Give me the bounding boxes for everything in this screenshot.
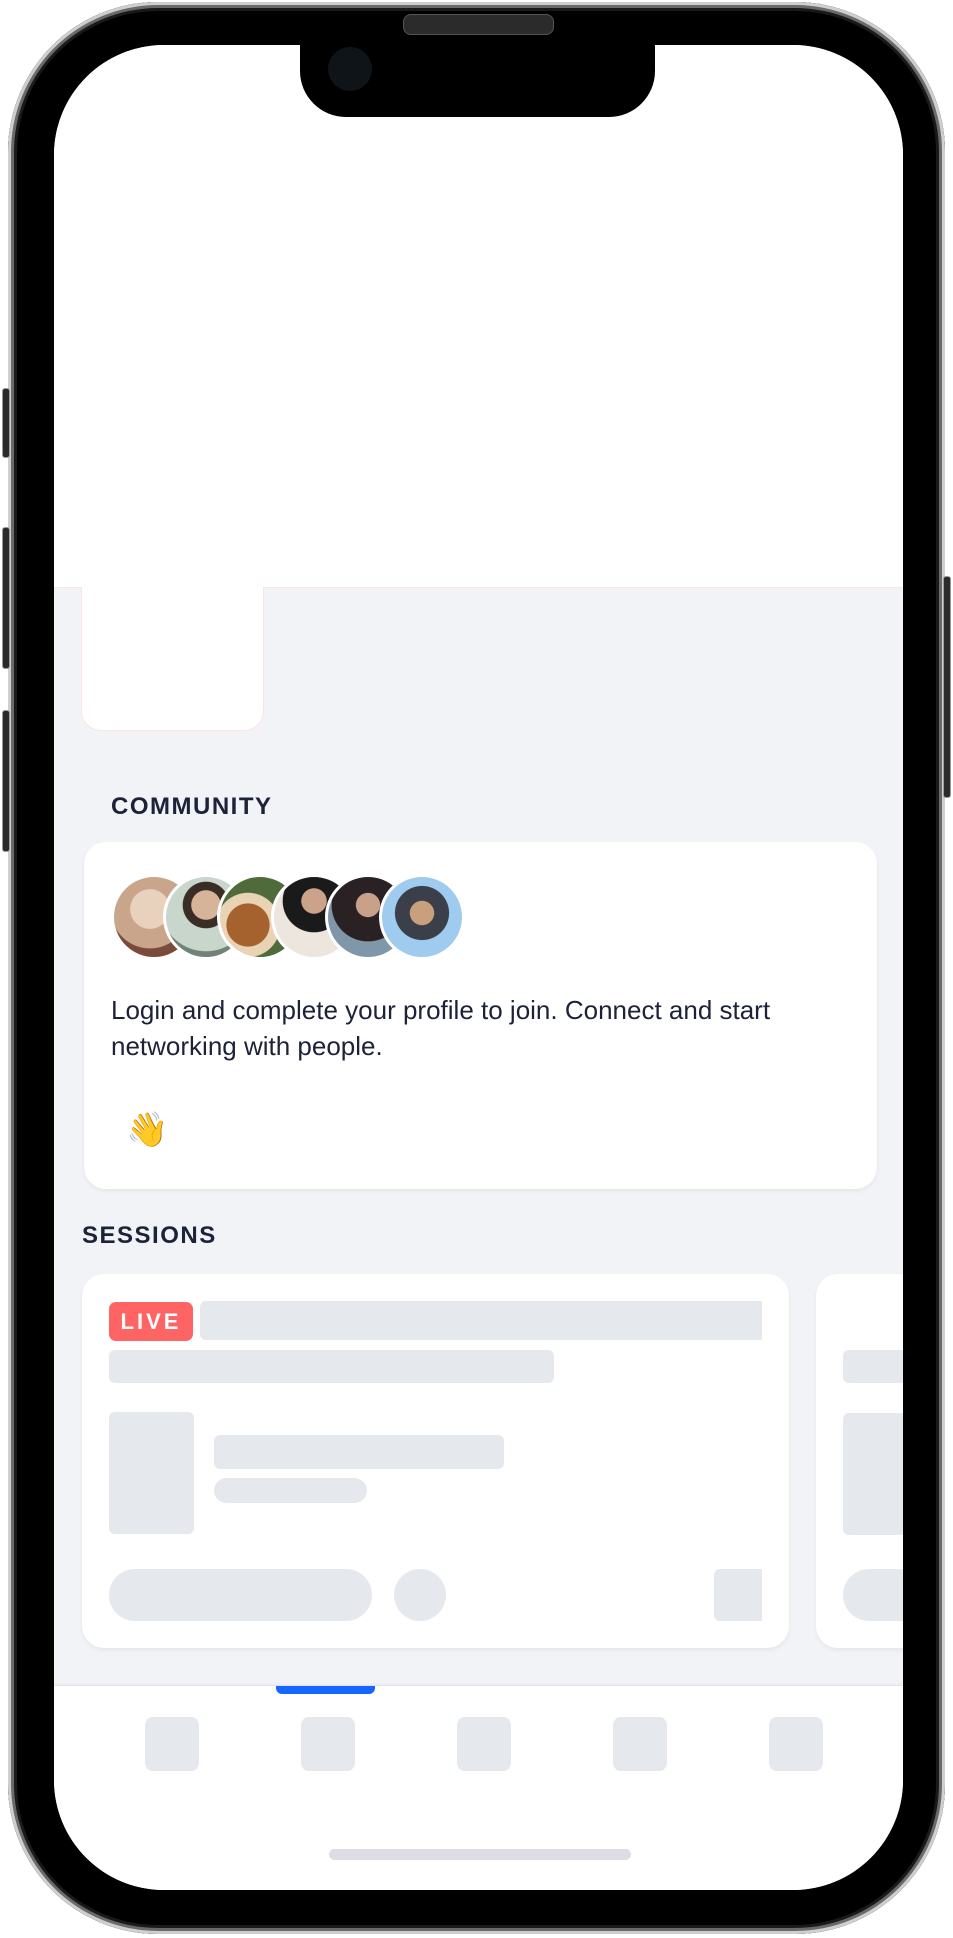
tab-4-icon[interactable] [613, 1717, 667, 1771]
skeleton-thumbnail [109, 1412, 194, 1534]
tab-1-icon[interactable] [145, 1717, 199, 1771]
avatar [379, 874, 465, 960]
skeleton-button [843, 1569, 903, 1621]
community-message: Login and complete your profile to join.… [111, 995, 771, 1061]
skeleton-subtitle [843, 1350, 903, 1383]
speaker-grille [403, 14, 554, 35]
sessions-section-title: SESSIONS [82, 1222, 217, 1249]
skeleton-thumbnail [843, 1413, 903, 1535]
skeleton-circle [394, 1569, 446, 1621]
tab-2-icon[interactable] [301, 1717, 355, 1771]
power-button [943, 576, 951, 798]
waving-hand-icon: 👋 [126, 1110, 169, 1150]
skeleton-button [109, 1569, 372, 1621]
action-button [2, 388, 10, 458]
community-section-title: COMMUNITY [111, 793, 273, 820]
phone-screen: COMMUNITY Login and complete your profil… [54, 45, 903, 1890]
skeleton-title [200, 1301, 762, 1340]
tab-5-icon[interactable] [769, 1717, 823, 1771]
partial-card[interactable] [81, 587, 264, 731]
skeleton-line [214, 1435, 504, 1469]
home-indicator[interactable] [329, 1849, 631, 1860]
skeleton-subtitle [109, 1350, 554, 1383]
volume-up-button [2, 527, 10, 669]
camera-icon [328, 47, 372, 91]
tab-3-icon[interactable] [457, 1717, 511, 1771]
session-card-next[interactable] [816, 1274, 903, 1648]
volume-down-button [2, 710, 10, 852]
active-tab-indicator [276, 1686, 375, 1694]
session-card[interactable]: LIVE [82, 1274, 789, 1648]
live-badge: LIVE [109, 1302, 193, 1341]
skeleton-line-short [214, 1478, 367, 1503]
header-area [54, 45, 903, 588]
skeleton-square [714, 1569, 762, 1621]
community-card[interactable]: Login and complete your profile to join.… [84, 842, 877, 1189]
